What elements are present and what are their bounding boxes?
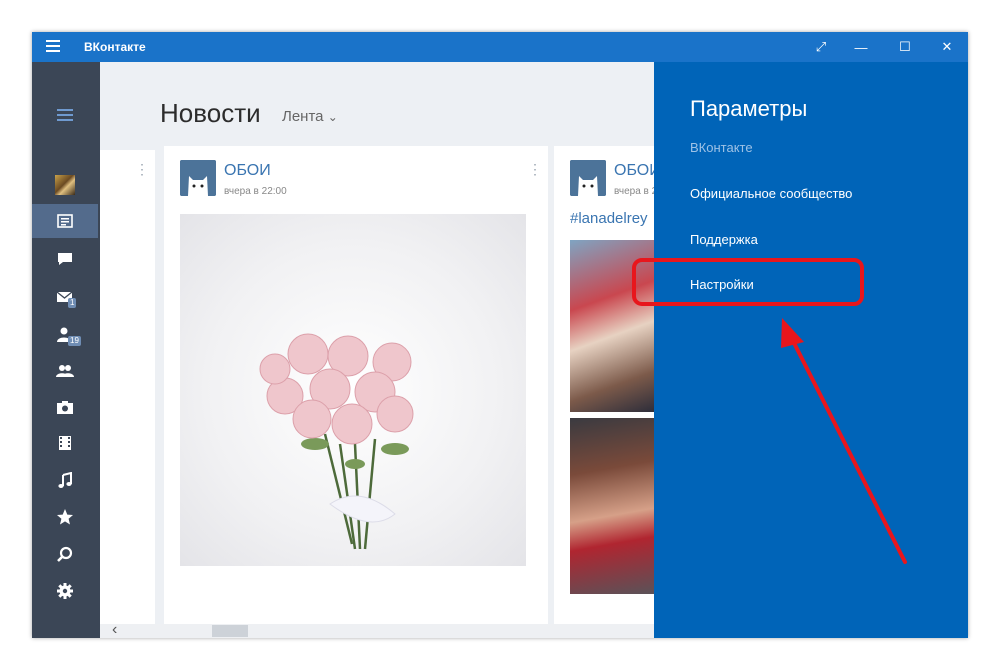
gear-icon <box>57 583 73 599</box>
hamburger-menu-icon[interactable] <box>46 40 60 54</box>
star-icon <box>57 509 73 525</box>
post-time: вчера в 22:00 <box>224 186 287 197</box>
friends-badge: 19 <box>68 336 81 346</box>
post-card: ОБОИ вчера в 22:0 #lanadelrey <box>554 146 654 624</box>
title-bar: ВКонтакте ⤢ — ☐ ✕ <box>32 32 968 62</box>
cat-icon <box>180 160 216 196</box>
maximize-button[interactable]: ☐ <box>884 32 926 62</box>
messages-badge: 1 <box>68 298 77 308</box>
highlight-box <box>632 258 864 306</box>
post-card: ОБОИ вчера в 22:00 ⋮ <box>164 146 548 624</box>
page-title: Новости <box>160 98 261 128</box>
post-author[interactable]: ОБОИ <box>614 162 654 180</box>
camera-icon <box>57 401 73 414</box>
sidebar: 1 19 <box>32 62 100 638</box>
post-author[interactable]: ОБОИ <box>224 162 271 180</box>
window-title: ВКонтакте <box>84 40 146 54</box>
sidebar-menu-button[interactable] <box>32 98 98 132</box>
sidebar-item-mail[interactable]: 1 <box>32 280 98 314</box>
menu-item-support[interactable]: Поддержка <box>690 232 758 247</box>
sidebar-item-news[interactable] <box>32 204 98 238</box>
group-icon <box>56 365 74 377</box>
close-button[interactable]: ✕ <box>926 32 968 62</box>
panel-title: Параметры <box>690 96 808 121</box>
minimize-button[interactable]: — <box>840 32 882 62</box>
sidebar-item-music[interactable] <box>32 464 98 498</box>
sidebar-item-profile[interactable] <box>32 168 98 202</box>
menu-item-official-community[interactable]: Официальное сообщество <box>690 186 852 201</box>
roses-bouquet-image <box>259 333 414 550</box>
scrollbar-thumb[interactable] <box>212 625 248 637</box>
chat-bubble-icon <box>58 253 72 265</box>
settings-panel: Параметры ВКонтакте Официальное сообщест… <box>654 62 968 638</box>
post-avatar[interactable] <box>570 160 606 196</box>
app-window: ВКонтакте ⤢ — ☐ ✕ 1 19 Новости Лента ⌄ ⋮… <box>32 32 968 638</box>
sidebar-item-groups[interactable] <box>32 354 98 388</box>
search-icon <box>57 546 73 562</box>
scroll-left-arrow-icon[interactable]: ‹ <box>112 621 117 638</box>
sidebar-item-photos[interactable] <box>32 390 98 424</box>
film-icon <box>59 436 71 450</box>
horizontal-scrollbar[interactable]: ‹ <box>100 621 654 638</box>
post-photo[interactable] <box>180 214 526 566</box>
expand-button[interactable]: ⤢ <box>800 32 842 62</box>
sidebar-item-messages[interactable] <box>32 242 98 276</box>
panel-subtitle: ВКонтакте <box>690 140 753 155</box>
post-time: вчера в 22:0 <box>614 186 654 197</box>
post-hashtag[interactable]: #lanadelrey <box>570 210 654 227</box>
feed-dropdown[interactable]: Лента ⌄ <box>282 108 338 125</box>
chevron-down-icon: ⌄ <box>327 110 338 124</box>
avatar <box>55 175 75 195</box>
post-avatar[interactable] <box>180 160 216 196</box>
sidebar-item-friends[interactable]: 19 <box>32 318 98 352</box>
menu-icon <box>57 109 73 121</box>
feed-dropdown-label: Лента <box>282 108 324 125</box>
more-options-icon[interactable]: ⋮ <box>528 162 542 176</box>
sidebar-item-videos[interactable] <box>32 426 98 460</box>
post-photo[interactable] <box>570 418 654 594</box>
more-options-icon[interactable]: ⋮ <box>135 162 149 176</box>
sidebar-item-bookmarks[interactable] <box>32 500 98 534</box>
news-icon <box>57 214 73 228</box>
previous-post-column: ⋮ <box>100 150 155 624</box>
music-note-icon <box>58 472 72 488</box>
cat-icon <box>570 160 606 196</box>
sidebar-item-search[interactable] <box>32 538 98 572</box>
sidebar-item-settings[interactable] <box>32 574 98 608</box>
